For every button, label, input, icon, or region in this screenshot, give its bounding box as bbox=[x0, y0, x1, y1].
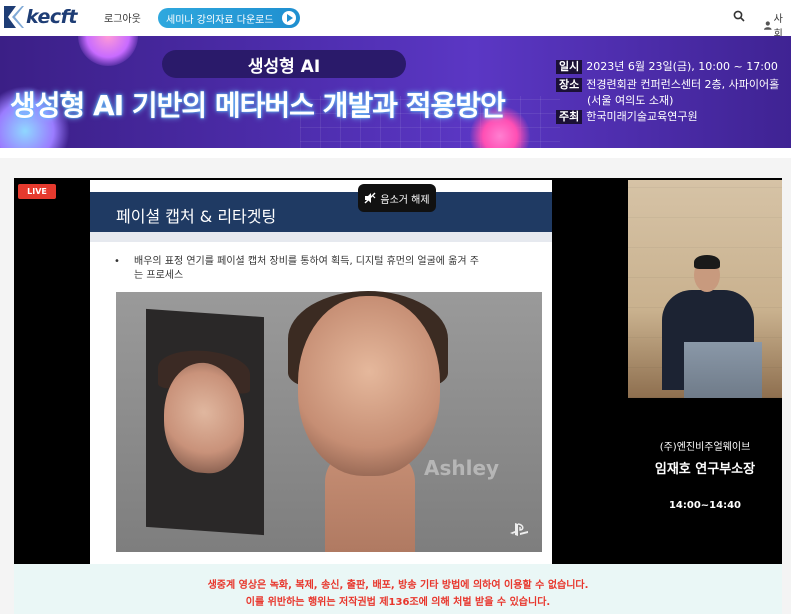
notice-line-1: 생중계 영상은 녹화, 복제, 송신, 출판, 배포, 방송 기타 방법에 의하… bbox=[207, 580, 589, 591]
bullet-line-2: 는 프로세스 bbox=[134, 270, 184, 281]
event-banner: 생성형 AI 생성형 AI 기반의 메타버스 개발과 적용방안 일시 2023년… bbox=[0, 36, 791, 148]
info-text: 한국미래기술교육연구원 bbox=[586, 110, 698, 123]
slide-divider bbox=[90, 232, 552, 242]
top-header: kecft 로그아웃 세미나 강의자료 다운로드 사회 bbox=[0, 0, 791, 40]
logo-mark-icon bbox=[4, 6, 24, 28]
info-text: 전경련회관 컨퍼런스센터 2층, 사파이어홀 bbox=[586, 78, 780, 91]
bullet-line-1: 배우의 표정 연기를 페이셜 캡처 장비를 통하여 획득, 디지털 휴먼의 얼굴… bbox=[134, 256, 479, 267]
play-icon bbox=[282, 11, 296, 25]
logout-link[interactable]: 로그아웃 bbox=[104, 10, 141, 25]
facial-capture-photo bbox=[146, 308, 264, 536]
live-badge: LIVE bbox=[18, 184, 56, 199]
event-date-row: 일시 2023년 6월 23일(금), 10:00 ~ 17:00 bbox=[556, 60, 778, 74]
presenter-organization: (주)엔진비주얼웨이브 bbox=[659, 442, 751, 453]
banner-pill-title: 생성형 AI bbox=[162, 50, 406, 78]
banner-decoration bbox=[78, 36, 138, 66]
seminar-download-button[interactable]: 세미나 강의자료 다운로드 bbox=[158, 8, 300, 28]
render-watermark: Ashley bbox=[424, 456, 500, 480]
event-venue-sub-row: (서울 여의도 소재) bbox=[587, 94, 673, 108]
playstation-icon bbox=[510, 523, 528, 536]
info-tag: 장소 bbox=[556, 78, 583, 92]
live-label: LIVE bbox=[27, 187, 47, 196]
seminar-download-label: 세미나 강의자료 다운로드 bbox=[166, 14, 274, 26]
info-text: 2023년 6월 23일(금), 10:00 ~ 17:00 bbox=[586, 60, 778, 73]
info-text: (서울 여의도 소재) bbox=[587, 94, 674, 107]
slide-bullet: • 배우의 표정 연기를 페이셜 캡처 장비를 통하여 획득, 디지털 휴먼의 … bbox=[114, 255, 538, 283]
event-venue-row: 장소 전경련회관 컨퍼런스센터 2층, 사파이어홀 bbox=[556, 78, 779, 92]
search-icon[interactable] bbox=[733, 10, 745, 22]
presenter-hair bbox=[694, 255, 720, 269]
digital-human-render bbox=[298, 296, 440, 476]
presenter-name: 임재호 연구부소장 bbox=[654, 462, 756, 477]
slide-title: 페이셜 캡처 & 리타겟팅 bbox=[116, 207, 277, 226]
event-host-row: 주최 한국미래기술교육연구원 bbox=[556, 110, 698, 124]
site-logo[interactable]: kecft bbox=[4, 4, 77, 30]
session-time: 14:00~14:40 bbox=[668, 500, 742, 511]
info-tag: 일시 bbox=[556, 60, 583, 74]
unmute-label: 음소거 해제 bbox=[380, 194, 430, 206]
podium bbox=[684, 342, 762, 398]
unmute-button[interactable]: 음소거 해제 bbox=[358, 184, 436, 212]
mute-icon bbox=[364, 192, 376, 204]
notice-line-2: 이를 위반하는 행위는 저작권법 제136조에 의해 처벌 받을 수 있습니다. bbox=[245, 597, 551, 608]
banner-main-title: 생성형 AI 기반의 메타버스 개발과 적용방안 bbox=[10, 89, 506, 122]
logo-text: kecft bbox=[26, 6, 77, 28]
bullet-dot: • bbox=[114, 256, 120, 267]
user-icon bbox=[764, 20, 772, 30]
info-tag: 주최 bbox=[556, 110, 583, 124]
